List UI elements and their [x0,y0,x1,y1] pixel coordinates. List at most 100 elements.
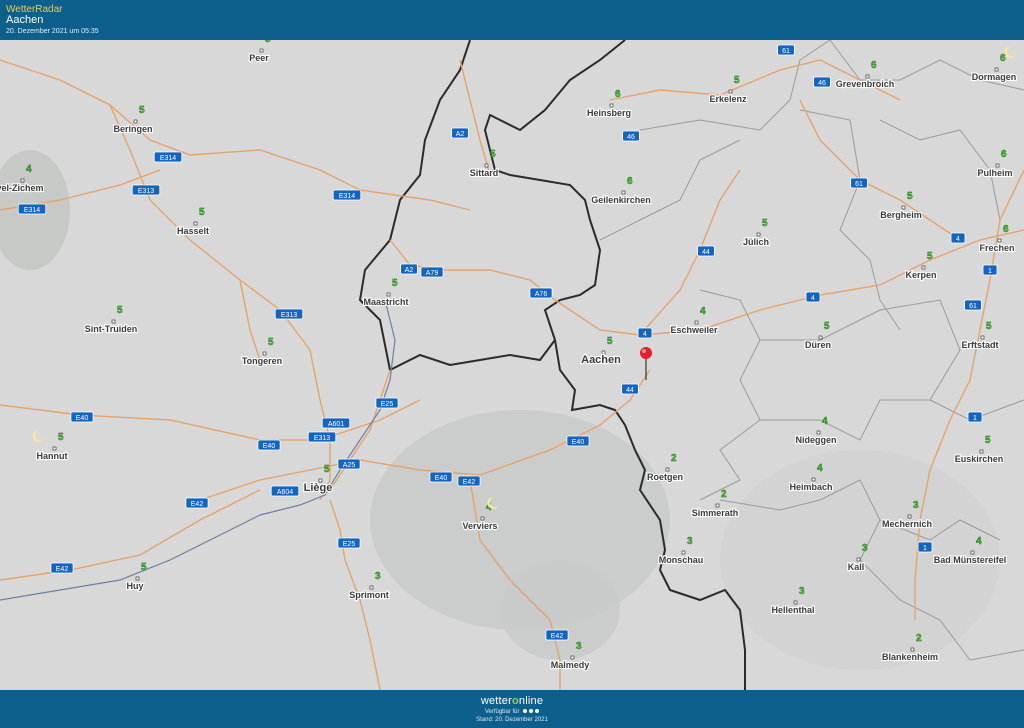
weather-radar-map[interactable]: E314 E314 E314 E313 E313 E313 A2 A2 A79 A76 E40 E40… [0,40,1024,690]
road-badge: 4 [950,232,966,244]
app-footer: wetteronline Verfügbar für Stand: 20. De… [0,690,1024,728]
road-label: E313 [281,312,297,319]
availability-text: Verfügbar für [0,709,1024,715]
city-name: Hellenthal [771,605,814,615]
city-name: Kerpen [905,270,936,280]
temperature-value: 5 [985,435,991,446]
city-name: Euskirchen [955,454,1004,464]
road-badge: E40 [257,439,281,451]
platform-dot-icon [529,709,534,714]
temperature-value: 5 [392,278,398,289]
road-label: E313 [138,188,154,195]
city-marker-icon [756,232,761,237]
platform-dot-icon [535,709,540,714]
city-name: Simmerath [692,508,739,518]
road-label: A25 [343,462,356,469]
city-marker-icon [484,163,489,168]
temperature-value: 3 [862,543,868,554]
temperature-value: 2 [721,489,727,500]
road-label: A2 [456,131,465,138]
city-name: Malmedy [551,660,590,670]
city-name: vel-Zichem [0,183,44,193]
road-badge: E40 [566,435,590,447]
city-name: Frechen [979,243,1014,253]
city-marker-icon [865,74,870,79]
city-marker-icon [970,550,975,555]
temperature-value: 5 [607,336,613,347]
city-name: Sprimont [349,590,389,600]
city-marker-icon [135,576,140,581]
road-label: E314 [339,193,355,200]
city-marker-icon [20,178,25,183]
city-name: Mechernich [882,519,932,529]
city-name: Heinsberg [587,108,631,118]
temperature-value: 6 [1000,53,1006,64]
temperature-value: 5 [762,218,768,229]
road-badge: A25 [337,458,361,470]
temperature-value: 5 [141,562,147,573]
stand-date: Stand: 20. Dezember 2021 [476,717,548,723]
temperature-value: 5 [199,207,205,218]
road-badge: E42 [545,629,569,641]
city-name: Heimbach [789,482,832,492]
road-badge: 46 [813,76,831,88]
road-badge: E313 [131,184,161,196]
road-badge: 1 [982,264,998,276]
road-badge: A604 [270,485,300,497]
temperature-value: 3 [375,571,381,582]
road-badge: A2 [400,263,418,275]
road-badge: 1 [917,541,933,553]
road-badge: 44 [697,245,715,257]
location-title[interactable]: Aachen [6,14,43,26]
road-label: E25 [381,401,394,408]
road-label: 44 [702,249,710,256]
city-marker-icon [728,89,733,94]
city-marker-icon [901,205,906,210]
city-name: Grevenbroich [836,79,895,89]
city-marker-icon [386,292,391,297]
city-marker-icon [133,119,138,124]
temperature-value: 4 [976,536,982,547]
road-label: E42 [191,501,204,508]
road-badge: A79 [420,266,444,278]
city-marker-icon [856,557,861,562]
temperature-value: 4 [817,463,823,474]
city-name: Monschau [659,555,704,565]
road-label: 1 [973,415,977,422]
road-badge: A2 [451,127,469,139]
brand-logo[interactable]: wetteronline [0,695,1024,707]
temperature-value: 5 [58,432,64,443]
city-name: Beringen [113,124,152,134]
road-badge: 4 [805,291,821,303]
road-label: E40 [435,475,448,482]
road-badge: 44 [621,383,639,395]
road-badge: E314 [153,151,183,163]
temperature-value: 5 [265,40,271,45]
city-name: Erkelenz [709,94,747,104]
road-label: 61 [855,181,863,188]
city-name: Peer [249,53,269,63]
road-badge: 61 [850,177,868,189]
city-name: Dormagen [972,72,1017,82]
city-name: Blankenheim [882,652,938,662]
temperature-value: 5 [907,191,913,202]
road-badge: E313 [307,431,337,443]
road-label: 4 [643,331,647,338]
city-name: Verviers [462,521,497,531]
road-badge: A601 [321,417,351,429]
road-label: A2 [405,267,414,274]
road-label: E42 [463,479,476,486]
temperature-value: 3 [687,536,693,547]
temperature-value: 4 [822,416,828,427]
temperature-value: 4 [700,306,706,317]
platform-dot-icon [523,709,528,714]
city-name: Eschweiler [670,325,718,335]
temperature-value: 5 [268,337,274,348]
temperature-value: 2 [671,453,677,464]
app-header: WetterRadar Aachen 20. Dezember 2021 um … [0,0,1024,40]
city-name: Liège [304,482,333,494]
road-label: 1 [988,268,992,275]
city-marker-icon [793,600,798,605]
temperature-value: 6 [1001,149,1007,160]
radar-timestamp: 20. Dezember 2021 um 05:35 [6,28,99,35]
